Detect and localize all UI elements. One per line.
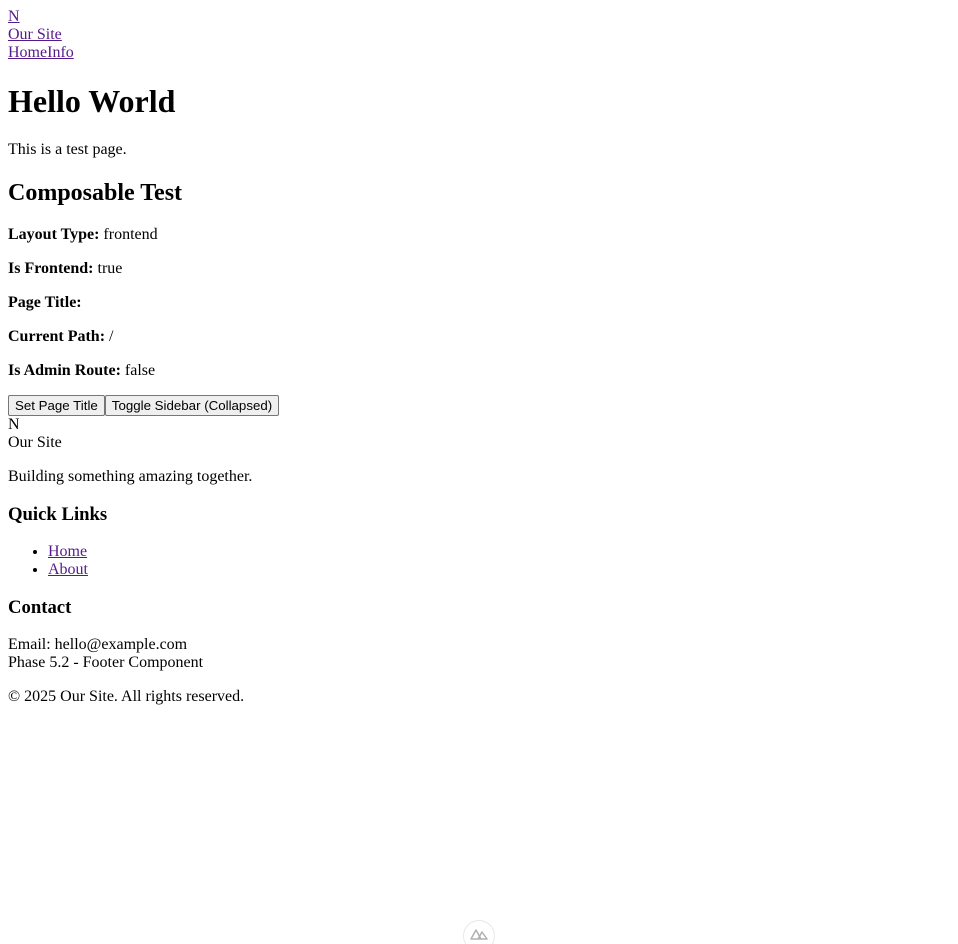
- composable-test-heading: Composable Test: [8, 180, 183, 206]
- field-value: false: [124, 362, 156, 379]
- nav-link-info[interactable]: Info: [47, 44, 74, 61]
- page-heading: Hello World: [8, 83, 176, 119]
- quick-links-list: Home About: [8, 543, 950, 579]
- intro-text: This is a test page.: [8, 141, 127, 158]
- field-value: frontend: [103, 226, 158, 243]
- header-site-name-link[interactable]: Our Site: [8, 26, 950, 44]
- footer-logo: N: [8, 416, 20, 433]
- action-buttons: Set Page Title Toggle Sidebar (Collapsed): [8, 395, 950, 416]
- header-logo-link[interactable]: N: [8, 8, 950, 26]
- footer-tagline: Building something amazing together.: [8, 468, 253, 485]
- contact-email: Email: hello@example.com: [8, 636, 188, 653]
- nuxt-logo-icon: [470, 929, 488, 940]
- nav-link-home[interactable]: Home: [8, 44, 47, 61]
- field-label: Current Path:: [8, 328, 106, 345]
- field-current-path: Current Path: /: [8, 328, 950, 346]
- field-value: /: [109, 328, 114, 345]
- field-page-title: Page Title:: [8, 294, 950, 312]
- site-footer: N Our Site Building something amazing to…: [8, 416, 950, 706]
- field-label: Layout Type:: [8, 226, 100, 243]
- footer-link-about[interactable]: About: [48, 561, 88, 578]
- list-item: About: [48, 561, 950, 579]
- toggle-sidebar-button[interactable]: Toggle Sidebar (Collapsed): [104, 395, 280, 416]
- site-header: N Our Site HomeInfo: [8, 8, 950, 62]
- field-is-admin-route: Is Admin Route: false: [8, 362, 950, 380]
- phase-label: Phase 5.2 - Footer Component: [8, 654, 204, 671]
- field-label: Is Frontend:: [8, 260, 94, 277]
- page: N Our Site HomeInfo Hello World This is …: [0, 0, 958, 730]
- footer-link-home[interactable]: Home: [48, 543, 87, 560]
- header-nav: HomeInfo: [8, 44, 950, 62]
- list-item: Home: [48, 543, 950, 561]
- field-is-frontend: Is Frontend: true: [8, 260, 950, 278]
- nuxt-devtools-button[interactable]: [463, 920, 495, 944]
- contact-heading: Contact: [8, 597, 72, 618]
- main-content: Hello World This is a test page. Composa…: [8, 83, 950, 416]
- field-value: true: [97, 260, 123, 277]
- field-label: Is Admin Route:: [8, 362, 121, 379]
- footer-site-name: Our Site: [8, 434, 62, 451]
- copyright-text: © 2025 Our Site. All rights reserved.: [8, 688, 245, 705]
- quick-links-heading: Quick Links: [8, 504, 108, 525]
- field-label: Page Title:: [8, 294, 82, 311]
- set-page-title-button[interactable]: Set Page Title: [8, 395, 105, 416]
- field-layout-type: Layout Type: frontend: [8, 226, 950, 244]
